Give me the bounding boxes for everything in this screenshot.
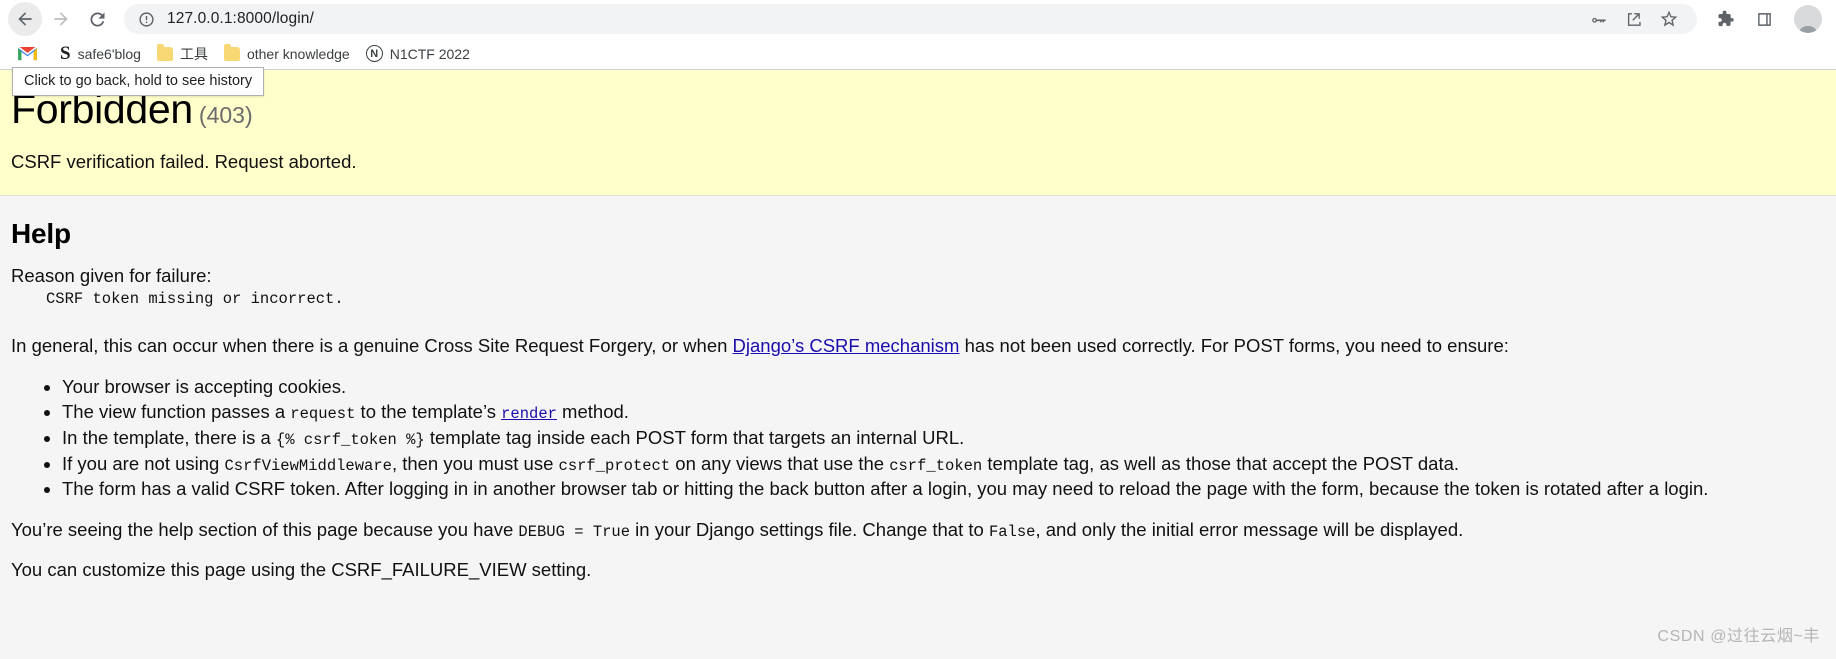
back-button-tooltip: Click to go back, hold to see history [12,67,265,96]
bullet-text: to the template’s [355,401,502,423]
forward-arrow-icon [54,12,68,26]
error-summary: Forbidden (403) CSRF verification failed.… [0,70,1836,197]
customize-note-after: setting. [526,559,592,581]
key-icon[interactable] [1589,10,1608,29]
folder-icon [223,43,240,61]
customize-note-before: You can customize this page using the [11,559,332,581]
bullet-text: In the template, there is a [62,427,276,449]
code-csrf-token-tag: {% csrf_token %} [275,431,425,450]
debug-note-before: You’re seeing the help section of this p… [11,518,519,540]
bullet-text: The view function passes a [62,401,291,423]
extensions-puzzle-icon[interactable] [1715,9,1735,29]
help-bullet-list: Your browser is accepting cookies. The v… [11,375,1825,502]
list-item: The form has a valid CSRF token. After l… [62,477,1825,502]
debug-note-paragraph: You’re seeing the help section of this p… [11,518,1825,542]
s-letter-icon: S [60,42,71,64]
star-icon[interactable] [1659,9,1679,29]
bookmark-label: 工具 [179,45,208,62]
bookmark-folder-tools[interactable]: 工具 [149,43,216,64]
reload-button[interactable] [80,2,114,36]
csdn-watermark: CSDN @过往云烟~丰 [1657,628,1820,645]
code-csrfviewmiddleware: CsrfViewMiddleware [224,456,392,475]
status-code: (403) [198,102,253,128]
url-text: 127.0.0.1:8000/login/ [167,10,314,27]
list-item: Your browser is accepting cookies. [62,375,1825,400]
reload-icon [89,11,104,26]
help-section: Help Reason given for failure: CSRF toke… [0,196,1836,583]
render-link[interactable]: render [501,405,557,423]
code-csrf-protect: csrf_protect [558,456,671,475]
bookmark-label: other knowledge [246,45,350,62]
list-item: In the template, there is a {% csrf_toke… [62,426,1825,451]
customize-note-paragraph: You can customize this page using the CS… [11,558,1825,582]
bookmark-label: N1CTF 2022 [389,45,470,62]
bullet-text: The form has a valid CSRF token. After l… [62,478,1709,500]
bookmark-label: safe6'blog [77,45,141,62]
folder-icon [156,43,173,61]
profile-avatar[interactable] [1794,5,1822,33]
bullet-text: template tag inside each POST form that … [424,427,965,449]
browser-toolbar: 127.0.0.1:8000/login/ [0,0,1836,38]
general-before-link: In general, this can occur when there is… [11,335,733,357]
bullet-text: If you are not using [62,452,225,474]
page-title: Forbidden (403) [11,87,1836,131]
reason-value: CSRF token missing or incorrect. [46,290,344,309]
code-false: False [988,522,1036,541]
bookmarks-bar: S safe6'blog 工具 other knowledge N N1CTF … [0,38,1836,96]
side-panel-icon[interactable] [1755,10,1774,29]
general-paragraph: In general, this can occur when there is… [11,334,1825,358]
reason-label: Reason given for failure: [11,265,212,287]
exception-message: CSRF verification failed. Request aborte… [11,151,357,173]
share-icon[interactable] [1624,10,1643,29]
django-error-page: Forbidden (403) CSRF verification failed.… [0,70,1836,659]
debug-note-middle: in your Django settings file. Change tha… [630,518,989,540]
code-debug-true: DEBUG = True [518,522,631,541]
list-item: The view function passes a request to th… [62,400,1825,425]
list-item: If you are not using CsrfViewMiddleware,… [62,452,1825,477]
bullet-text: on any views that use the [670,452,890,474]
general-after-link: has not been used correctly. For POST fo… [959,335,1509,357]
address-bar[interactable]: 127.0.0.1:8000/login/ [124,4,1697,34]
n-circle-icon: N [365,45,383,62]
forward-button[interactable] [44,2,78,36]
site-info-icon[interactable] [138,11,155,28]
bookmark-gmail[interactable] [10,44,52,64]
back-arrow-icon [18,12,32,26]
bullet-text: , then you must use [391,452,559,474]
bullet-text: template tag, as well as those that acce… [982,452,1460,474]
browser-chrome: 127.0.0.1:8000/login/ S safe6'blog 工具 ot… [0,0,1836,96]
debug-note-after: , and only the initial error message wil… [1035,518,1464,540]
bookmark-safe6blog[interactable]: S safe6'blog [52,40,149,68]
code-csrf-token: csrf_token [889,456,983,475]
bullet-text: method. [556,401,629,423]
back-button[interactable] [8,2,42,36]
help-heading: Help [11,218,71,250]
bookmark-n1ctf-2022[interactable]: N N1CTF 2022 [358,42,478,65]
code-request: request [290,405,356,424]
bookmark-folder-other-knowledge[interactable]: other knowledge [216,43,358,64]
csrf-failure-view-setting: CSRF_FAILURE_VIEW [331,559,527,581]
django-csrf-mechanism-link[interactable]: Django’s CSRF mechanism [733,335,960,356]
gmail-icon [18,46,37,61]
bullet-text: Your browser is accepting cookies. [62,375,347,397]
chrome-right-icons [1697,5,1828,33]
